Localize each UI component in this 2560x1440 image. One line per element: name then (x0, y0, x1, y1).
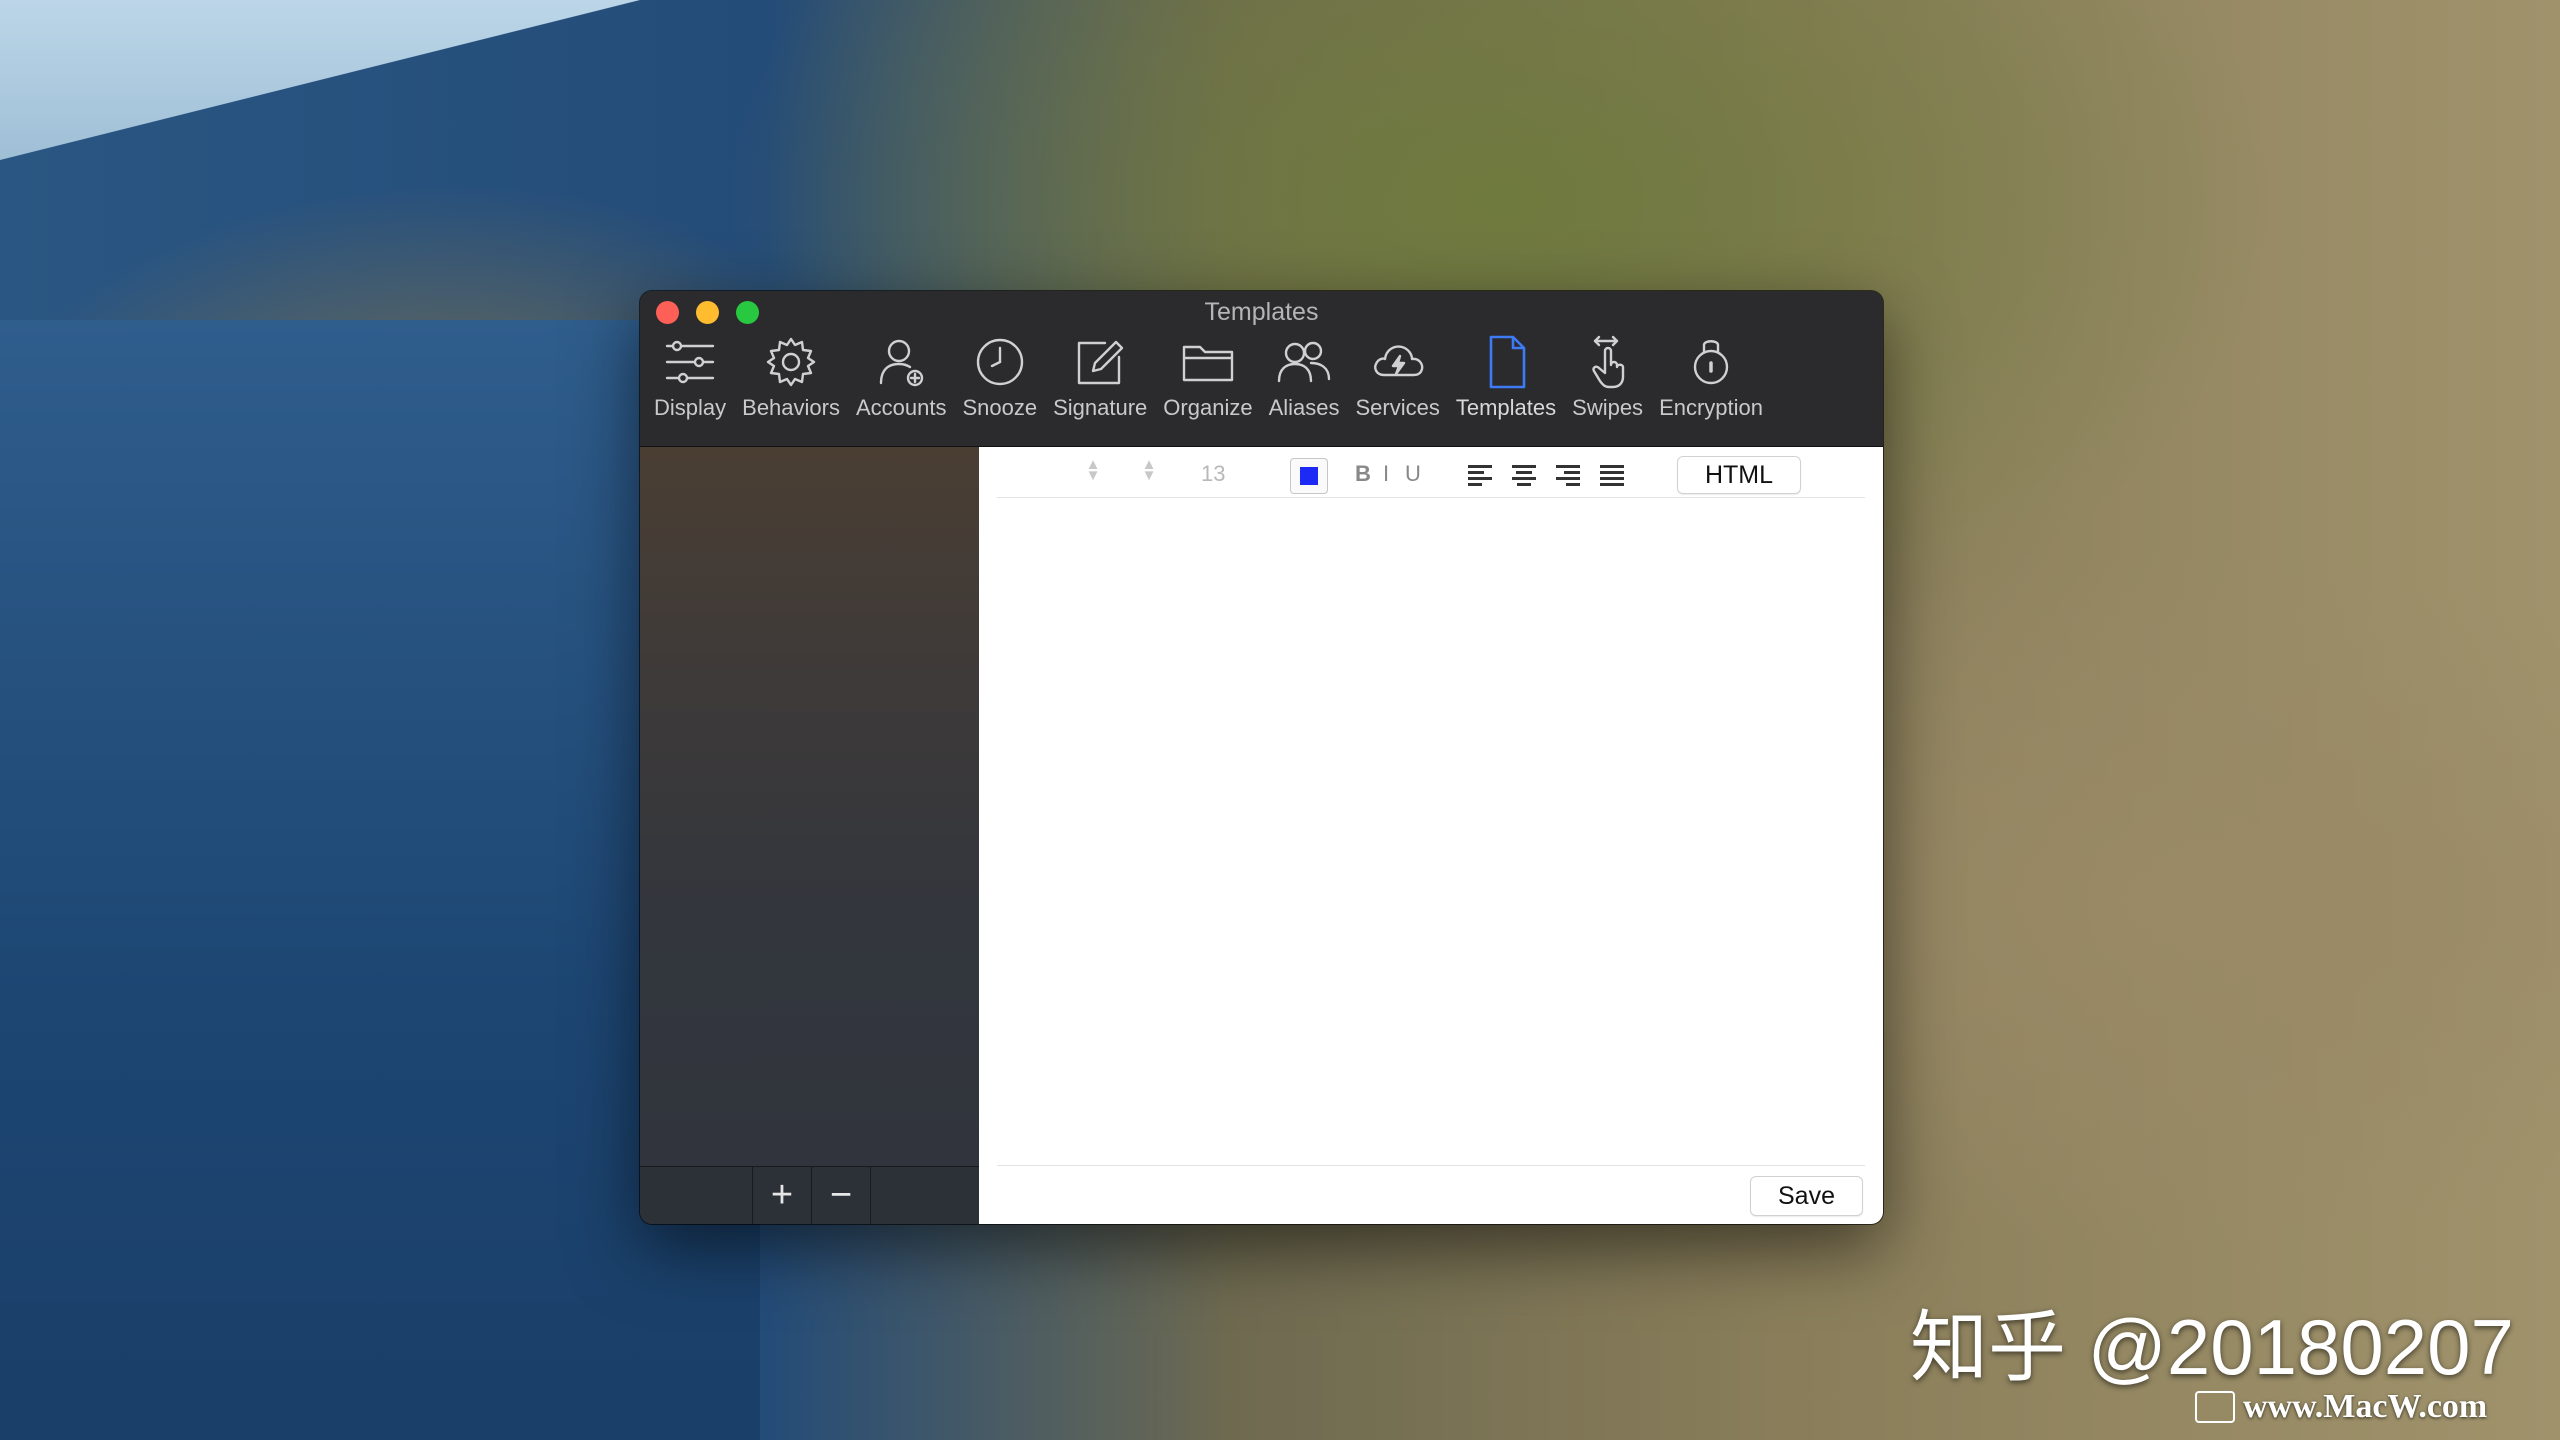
remove-template-button[interactable]: − (811, 1167, 871, 1224)
tab-label: Signature (1053, 395, 1148, 420)
tab-label: Behaviors (742, 395, 840, 420)
sliders-icon (665, 340, 715, 384)
desktop-sky (0, 0, 640, 160)
preferences-toolbar: Display Behaviors Accounts Snooze Signat… (646, 333, 1771, 443)
templates-list-sidebar[interactable]: + − (640, 447, 979, 1224)
color-swatch (1300, 467, 1318, 485)
html-button[interactable]: HTML (1677, 456, 1801, 494)
formatting-toolbar: ▲ ▼ 13 ▲ ▼ B I U HTML (979, 447, 1883, 497)
tab-label: Snooze (962, 395, 1038, 420)
titlebar: Templates Display Behaviors Accounts Sno… (640, 291, 1883, 447)
tab-organize[interactable]: Organize (1155, 333, 1260, 443)
tab-label: Templates (1455, 395, 1557, 420)
bold-button[interactable]: B (1355, 461, 1371, 487)
tab-label: Services (1355, 395, 1440, 420)
template-editor: ▲ ▼ 13 ▲ ▼ B I U HTML Save (979, 447, 1883, 1224)
align-left-icon[interactable] (1468, 465, 1492, 486)
watermark-text: 知乎 @20180207 (1910, 1303, 2514, 1391)
italic-button[interactable]: I (1383, 461, 1389, 487)
cloud-bolt-icon (1373, 345, 1424, 377)
pencil-square-icon (1078, 340, 1124, 385)
tab-label: Accounts (855, 395, 947, 420)
sidebar-footer: + − (640, 1166, 979, 1224)
tab-templates[interactable]: Templates (1448, 333, 1564, 443)
tab-encryption[interactable]: Encryption (1651, 333, 1771, 443)
window-title: Templates (1204, 298, 1319, 326)
preferences-window: Templates Display Behaviors Accounts Sno… (640, 291, 1883, 1224)
gear-icon (766, 337, 816, 387)
tab-label: Swipes (1572, 395, 1644, 420)
template-body-textarea[interactable] (997, 499, 1865, 1162)
underline-button[interactable]: U (1405, 461, 1421, 487)
align-center-icon[interactable] (1512, 465, 1536, 486)
tab-aliases[interactable]: Aliases (1261, 333, 1348, 443)
tab-accounts[interactable]: Accounts (848, 333, 955, 443)
tab-label: Encryption (1659, 395, 1764, 420)
tab-signature[interactable]: Signature (1045, 333, 1155, 443)
list-icon[interactable] (1600, 465, 1624, 486)
lock-icon (1693, 340, 1729, 385)
tab-label: Aliases (1268, 395, 1340, 420)
align-right-icon[interactable] (1556, 465, 1580, 486)
divider (997, 1165, 1865, 1166)
tab-label: Organize (1163, 395, 1253, 420)
font-family-stepper[interactable]: ▲ ▼ (1085, 457, 1101, 483)
add-template-button[interactable]: + (752, 1167, 811, 1224)
font-size-value: 13 (1201, 461, 1226, 486)
clock-icon (976, 338, 1023, 386)
people-icon (1277, 341, 1331, 383)
font-size-stepper[interactable]: ▲ ▼ (1141, 457, 1157, 483)
monitor-icon (2195, 1391, 2235, 1423)
person-add-icon (880, 339, 924, 387)
text-color-well[interactable] (1290, 458, 1328, 494)
tab-display[interactable]: Display (646, 333, 734, 443)
document-icon (1489, 335, 1526, 389)
site-watermark: www.MacW.com (2195, 1388, 2487, 1426)
tab-services[interactable]: Services (1348, 333, 1448, 443)
tab-swipes[interactable]: Swipes (1564, 333, 1651, 443)
divider (997, 497, 1865, 498)
tab-behaviors[interactable]: Behaviors (734, 333, 848, 443)
save-button[interactable]: Save (1750, 1176, 1863, 1216)
folder-icon (1182, 345, 1234, 382)
hand-swipe-icon (1591, 335, 1624, 389)
site-watermark-text: www.MacW.com (2243, 1388, 2488, 1425)
tab-label: Display (654, 395, 727, 420)
tab-snooze[interactable]: Snooze (954, 333, 1045, 443)
